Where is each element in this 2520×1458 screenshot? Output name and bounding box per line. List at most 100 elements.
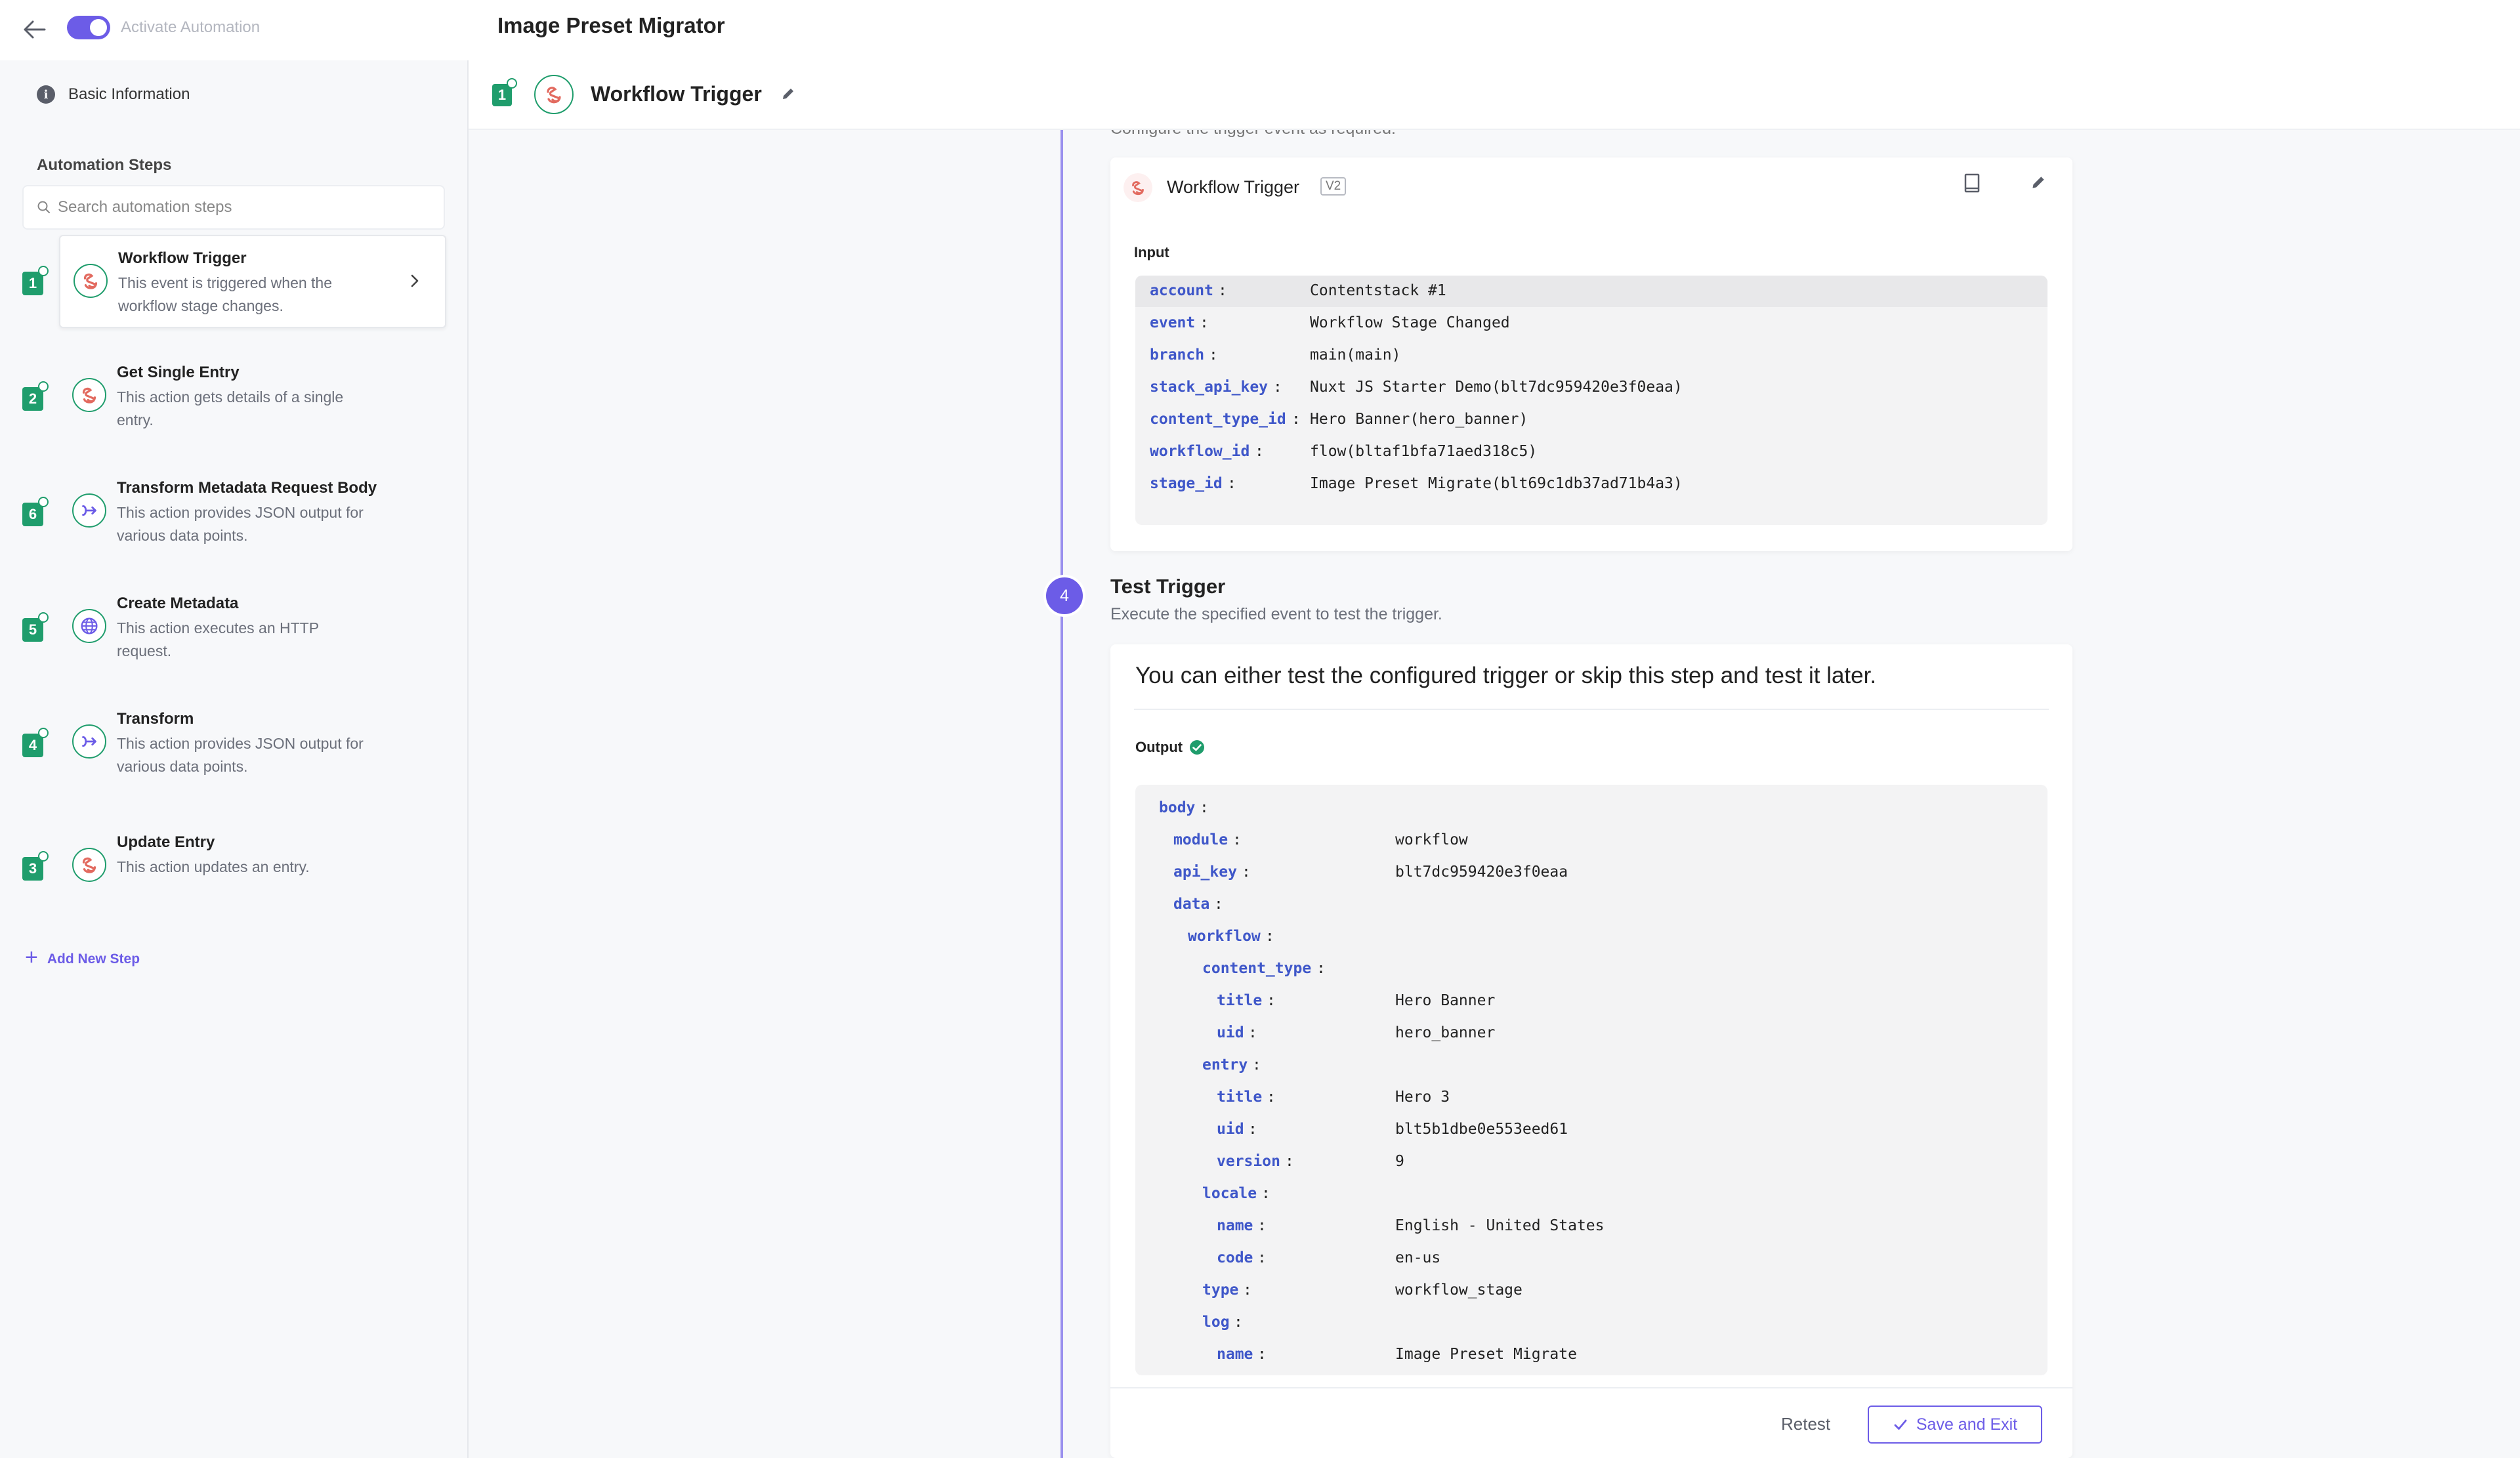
kv-row: event: Workflow Stage Changed — [1135, 314, 2048, 346]
step-description: This action provides JSON output for var… — [117, 504, 364, 544]
kv-key: workflow — [1188, 928, 1261, 945]
kv-colon: : — [1200, 314, 1209, 331]
kv-colon: : — [1292, 411, 1301, 428]
step-name: Update Entry — [117, 833, 215, 851]
step-number-badge: 3 — [22, 851, 49, 881]
kv-colon: : — [1234, 1314, 1243, 1331]
kv-value: Workflow Stage Changed — [1310, 314, 1510, 331]
kv-row: workflow: — [1135, 928, 2048, 960]
kv-value: 9 — [1395, 1153, 1404, 1170]
input-label: Input — [1134, 244, 1169, 260]
search-steps-input[interactable] — [56, 198, 427, 217]
retest-button[interactable]: Retest — [1777, 1413, 1834, 1435]
kv-row: content_type: — [1135, 960, 2048, 992]
sidebar-step-4[interactable]: 5 Create Metadata This action executes an … — [22, 581, 446, 675]
complete-check-icon — [38, 612, 49, 623]
step-name: Transform Metadata Request Body — [117, 479, 377, 497]
add-new-step-label: Add New Step — [47, 951, 140, 967]
version-badge: V2 — [1320, 177, 1347, 196]
complete-check-icon — [38, 851, 49, 862]
trigger-config-card: Workflow Trigger V2 Input account: Conten… — [1110, 157, 2072, 551]
kv-key: uid — [1217, 1024, 1244, 1041]
sidebar-step-3[interactable]: 6 Transform Metadata Request Body This act… — [22, 466, 446, 559]
transform-icon — [72, 724, 106, 759]
kv-row: type: workflow_stage — [1135, 1281, 2048, 1314]
globe-icon — [72, 609, 106, 643]
step-description: This action gets details of a single ent… — [117, 388, 344, 428]
kv-colon: : — [1257, 1217, 1267, 1234]
step-number-badge: 2 — [22, 381, 49, 411]
kv-value: Hero Banner(hero_banner) — [1310, 411, 1528, 428]
kv-key: data — [1173, 896, 1210, 913]
step-title: Workflow Trigger — [591, 82, 762, 106]
sidebar-step-6[interactable]: 3 Update Entry This action updates an entr… — [22, 820, 446, 913]
step-card[interactable]: Workflow Trigger This event is triggered … — [59, 235, 446, 328]
check-icon — [1894, 1419, 1907, 1430]
step-header: 1 Workflow Trigger — [469, 60, 2520, 130]
step-name: Workflow Trigger — [118, 249, 247, 267]
complete-check-icon — [38, 266, 49, 276]
kv-key: locale — [1202, 1185, 1257, 1202]
kv-key: title — [1217, 1089, 1263, 1106]
basic-information-link[interactable]: i Basic Information — [37, 85, 190, 104]
toggle-knob — [90, 19, 107, 36]
kv-value: blt5b1dbe0e553eed61 — [1395, 1121, 1568, 1138]
step-description: This action provides JSON output for var… — [117, 735, 364, 775]
sidebar-step-1[interactable]: 1 Workflow Trigger This event is triggered… — [22, 235, 446, 328]
output-label-text: Output — [1135, 739, 1183, 755]
kv-key: name — [1217, 1217, 1253, 1234]
add-new-step-button[interactable]: + Add New Step — [25, 945, 140, 970]
step-number-badge: 1 — [492, 78, 517, 106]
test-trigger-description: Execute the specified event to test the … — [1110, 605, 1442, 623]
kv-colon: : — [1248, 1121, 1257, 1138]
step-card[interactable]: Get Single Entry This action gets details… — [59, 350, 446, 444]
edit-pencil-icon[interactable] — [2029, 173, 2048, 195]
kv-key: account — [1150, 282, 1213, 299]
footer-divider — [1110, 1387, 2072, 1388]
step-number-badge: 5 — [22, 612, 49, 642]
step-card[interactable]: Transform This action provides JSON outpu… — [59, 697, 446, 790]
output-values-box[interactable]: body: module: workflow api_key: blt7dc959420… — [1135, 785, 2048, 1375]
kv-row: code: en-us — [1135, 1249, 2048, 1281]
contentstack-icon — [72, 848, 106, 882]
edit-title-pencil-icon[interactable] — [780, 85, 797, 106]
kv-row: title: Hero Banner — [1135, 992, 2048, 1024]
sidebar-step-5[interactable]: 4 Transform This action provides JSON outp… — [22, 697, 446, 790]
kv-colon: : — [1252, 1056, 1261, 1073]
documentation-book-icon[interactable] — [1961, 172, 1983, 199]
step-card[interactable]: Create Metadata This action executes an H… — [59, 581, 446, 675]
step-number-badge: 6 — [22, 497, 49, 526]
kv-colon: : — [1261, 1185, 1270, 1202]
complete-check-icon — [38, 497, 49, 507]
contentstack-icon — [1124, 173, 1152, 202]
kv-key: uid — [1217, 1121, 1244, 1138]
save-and-exit-button[interactable]: Save and Exit — [1868, 1406, 2042, 1444]
kv-value: hero_banner — [1395, 1024, 1496, 1041]
kv-colon: : — [1285, 1153, 1294, 1170]
kv-colon: : — [1218, 282, 1227, 299]
top-bar: Activate Automation Image Preset Migrato… — [0, 0, 2520, 62]
sidebar: i Basic Information Automation Steps 1 Wo… — [0, 60, 469, 1458]
activate-automation-toggle[interactable] — [67, 16, 110, 39]
kv-value: English - United States — [1395, 1217, 1605, 1234]
automation-steps-heading: Automation Steps — [37, 156, 172, 174]
step-description: This action executes an HTTP request. — [117, 619, 319, 659]
chevron-right-icon[interactable] — [407, 272, 423, 293]
kv-colon: : — [1257, 1249, 1267, 1266]
kv-colon: : — [1267, 1089, 1276, 1106]
transform-icon — [72, 493, 106, 528]
kv-key: content_type_id — [1150, 411, 1286, 428]
kv-value: Nuxt JS Starter Demo(blt7dc959420e3f0eaa… — [1310, 379, 1683, 396]
back-arrow-icon[interactable] — [20, 14, 50, 45]
page-title: Image Preset Migrator — [497, 13, 725, 37]
input-values-box: account: Contentstack #1 event: Workflow St… — [1135, 276, 2048, 525]
step-card[interactable]: Update Entry This action updates an entry… — [59, 820, 446, 913]
kv-row: title: Hero 3 — [1135, 1089, 2048, 1121]
kv-row: name: English - United States — [1135, 1217, 2048, 1249]
kv-row: body: — [1135, 799, 2048, 831]
sidebar-step-2[interactable]: 2 Get Single Entry This action gets detail… — [22, 350, 446, 444]
kv-value: Image Preset Migrate(blt69c1db37ad71b4a3… — [1310, 475, 1683, 492]
kv-value: workflow_stage — [1395, 1281, 1522, 1299]
step-4-marker: 4 — [1043, 575, 1085, 617]
step-card[interactable]: Transform Metadata Request Body This acti… — [59, 466, 446, 559]
